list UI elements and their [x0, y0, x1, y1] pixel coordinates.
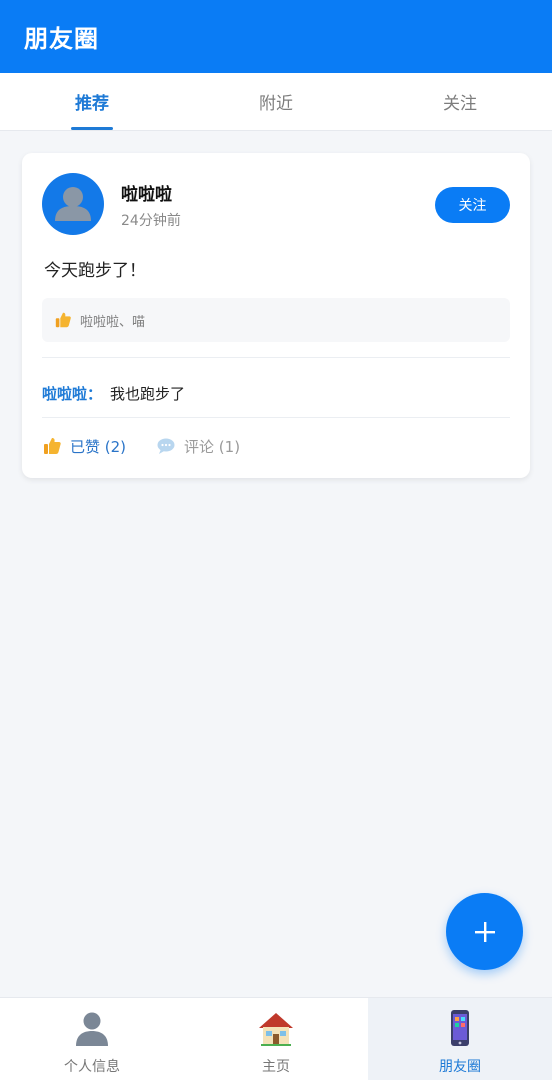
bottom-nav: 个人信息 主页 朋友圈 — [0, 997, 552, 1080]
divider — [42, 357, 510, 358]
comment-text: 我也跑步了 — [110, 385, 186, 403]
speech-bubble-icon — [156, 436, 176, 456]
app-bar: 朋友圈 — [0, 0, 552, 73]
avatar[interactable] — [42, 173, 104, 235]
follow-button[interactable]: 关注 — [435, 187, 510, 223]
person-icon — [55, 187, 91, 221]
likes-box: 啦啦啦、喵 — [42, 298, 510, 342]
comment-author[interactable]: 啦啦啦： — [42, 385, 102, 403]
divider — [42, 417, 510, 418]
thumbs-up-icon — [54, 311, 72, 329]
nav-item-moments[interactable]: 朋友圈 — [368, 998, 552, 1080]
nav-label: 主页 — [262, 1059, 290, 1075]
comment-row: 啦啦啦： 我也跑步了 — [42, 383, 185, 404]
nav-item-home[interactable]: 主页 — [184, 998, 368, 1080]
plus-icon — [474, 921, 495, 942]
post-card: 啦啦啦 24分钟前 关注 今天跑步了！ 啦啦啦、喵 啦啦啦： 我也跑步了 已赞 (… — [22, 153, 530, 478]
person-icon — [76, 1012, 108, 1046]
nav-label: 朋友圈 — [439, 1059, 481, 1075]
add-post-button[interactable] — [446, 893, 523, 970]
likers-list: 啦啦啦、喵 — [80, 314, 146, 330]
comment-button[interactable]: 评论 (1) — [156, 436, 240, 457]
tab-recommended[interactable]: 推荐 — [0, 73, 184, 130]
nav-label: 个人信息 — [64, 1059, 120, 1075]
tab-following[interactable]: 关注 — [368, 73, 552, 130]
user-name[interactable]: 啦啦啦 — [121, 180, 172, 205]
like-button[interactable]: 已赞 (2) — [42, 436, 126, 457]
tab-bar: 推荐 附近 关注 — [0, 73, 552, 131]
thumbs-up-icon — [42, 436, 62, 456]
tab-nearby[interactable]: 附近 — [184, 73, 368, 130]
house-icon — [259, 1013, 293, 1046]
page-title: 朋友圈 — [24, 25, 99, 53]
comment-label: 评论 (1) — [184, 437, 241, 456]
post-actions: 已赞 (2) 评论 (1) — [42, 433, 240, 459]
nav-item-profile[interactable]: 个人信息 — [0, 998, 184, 1080]
like-label: 已赞 (2) — [70, 437, 127, 456]
phone-icon — [451, 1010, 469, 1046]
post-content: 今天跑步了！ — [44, 261, 146, 281]
post-time: 24分钟前 — [121, 213, 181, 229]
